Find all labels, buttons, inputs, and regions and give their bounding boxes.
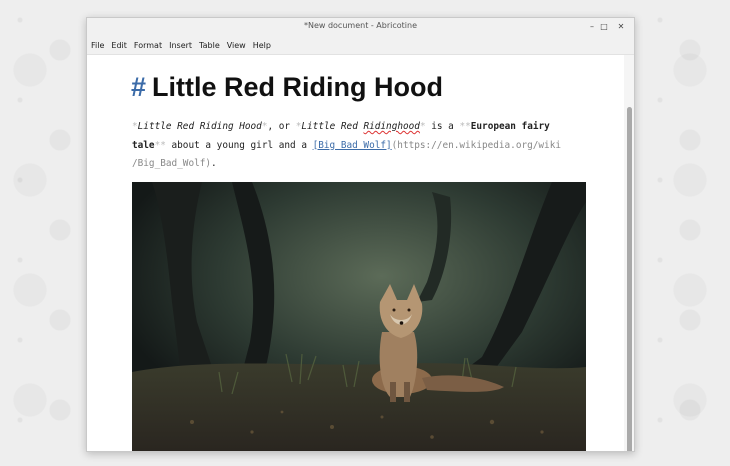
italic-text: Little Red Riding Hood bbox=[137, 121, 262, 132]
markdown-link[interactable]: [Big Bad Wolf] bbox=[313, 140, 392, 151]
app-window: *New document - Abricotine – □ ✕ File Ed… bbox=[86, 17, 635, 452]
minimize-icon[interactable]: – bbox=[586, 21, 598, 33]
maximize-icon[interactable]: □ bbox=[598, 21, 610, 33]
document-heading: # Little Red Riding Hood bbox=[131, 72, 443, 103]
menu-insert[interactable]: Insert bbox=[169, 41, 192, 50]
bold-text: tale bbox=[132, 139, 155, 151]
markup-bold: ** bbox=[459, 121, 471, 132]
menu-table[interactable]: Table bbox=[199, 41, 220, 50]
markup-bold: ** bbox=[154, 139, 166, 151]
bold-text: European fairy bbox=[470, 121, 550, 132]
title-bar: *New document - Abricotine – □ ✕ bbox=[87, 18, 634, 36]
plain-text: , or bbox=[267, 121, 296, 132]
menu-bar: File Edit Format Insert Table View Help bbox=[87, 36, 634, 55]
plain-text: about a young girl and a bbox=[165, 139, 313, 151]
menu-help[interactable]: Help bbox=[253, 41, 271, 50]
plain-text: . bbox=[211, 158, 217, 169]
plain-text: is a bbox=[425, 121, 460, 132]
vertical-scrollbar[interactable] bbox=[624, 55, 634, 451]
close-icon[interactable]: ✕ bbox=[615, 21, 627, 33]
scrollbar-thumb[interactable] bbox=[627, 107, 632, 451]
window-title: *New document - Abricotine bbox=[303, 21, 418, 30]
fox-photo-image bbox=[132, 182, 586, 451]
italic-text: Little Red bbox=[301, 121, 364, 132]
menu-format[interactable]: Format bbox=[134, 41, 162, 50]
document-paragraph: *Little Red Riding Hood*, or *Little Red… bbox=[132, 118, 572, 174]
link-url: (https://en.wikipedia.org/wiki bbox=[391, 139, 561, 151]
menu-view[interactable]: View bbox=[227, 41, 246, 50]
heading-marker: # bbox=[131, 72, 147, 102]
link-url: /Big_Bad_Wolf) bbox=[132, 158, 212, 169]
heading-text: Little Red Riding Hood bbox=[152, 72, 443, 102]
fox-photo bbox=[132, 182, 586, 451]
menu-file[interactable]: File bbox=[91, 41, 104, 50]
menu-edit[interactable]: Edit bbox=[111, 41, 127, 50]
misspelled-word: Ridinghood bbox=[363, 121, 420, 132]
editor-area[interactable]: # Little Red Riding Hood *Little Red Ridi… bbox=[87, 55, 624, 451]
